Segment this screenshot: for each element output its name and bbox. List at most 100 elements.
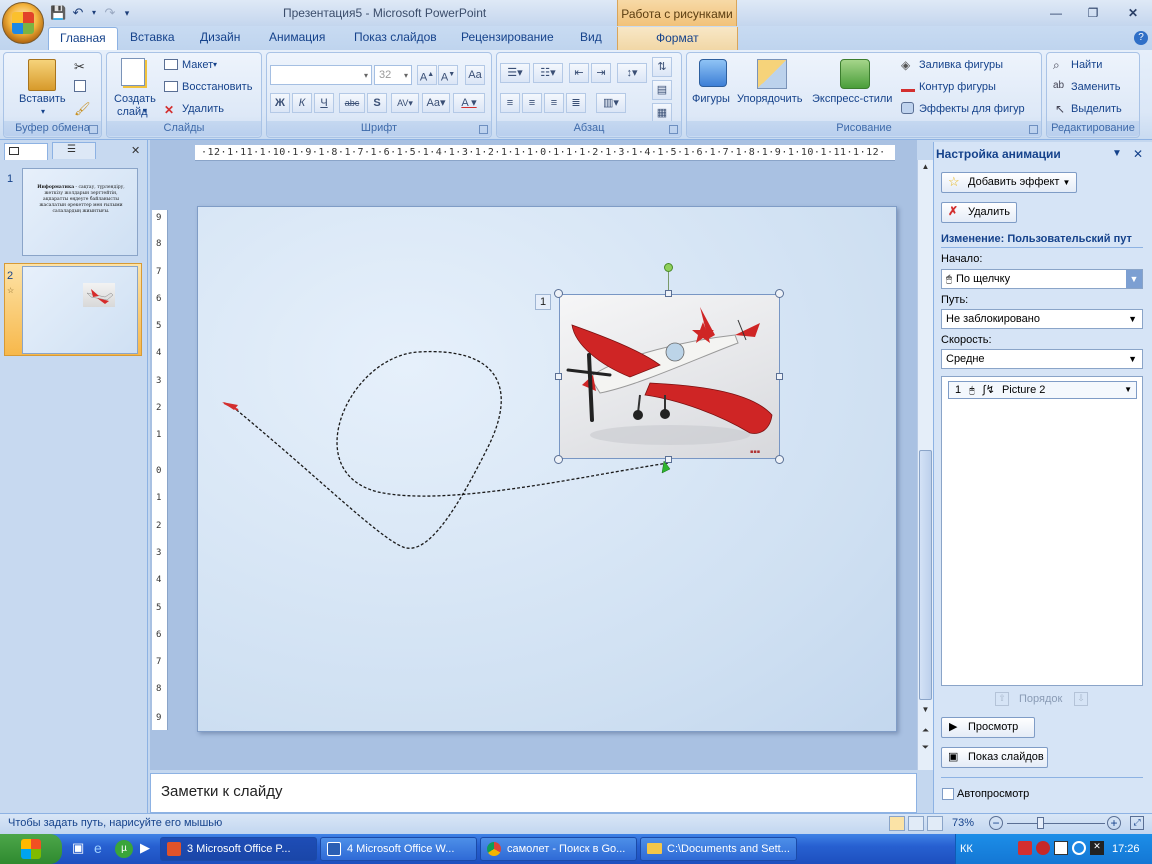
find-button[interactable]: Найти [1071,59,1102,71]
resize-handle-se[interactable] [775,455,784,464]
tab-design[interactable]: Дизайн [200,30,240,44]
path-dropdown-icon[interactable]: ▼ [1128,310,1137,328]
decrease-indent-icon[interactable]: ⇤ [569,63,589,83]
task-pane-menu-icon[interactable]: ▼ [1112,148,1122,159]
play-button[interactable]: ▶ Просмотр [941,717,1035,738]
shape-outline-button[interactable]: Контур фигуры [919,81,996,93]
shrink-font-icon[interactable]: A▼ [438,65,458,85]
reset-button[interactable]: Восстановить [182,81,252,93]
delete-slide-button[interactable]: Удалить [182,103,224,115]
start-dropdown-icon[interactable]: ▼ [1126,270,1142,288]
slides-tab[interactable] [4,143,48,160]
new-slide-dropdown-icon[interactable]: ▾ [143,106,147,115]
shape-effects-button[interactable]: Эффекты для фигур [919,103,1025,115]
increase-indent-icon[interactable]: ⇥ [591,63,611,83]
tray-skype-icon[interactable] [1072,841,1086,855]
bold-icon[interactable]: Ж [270,93,290,113]
tab-view[interactable]: Вид [580,30,602,44]
font-name-combo[interactable]: ▾ [270,65,372,85]
vertical-scrollbar[interactable]: ▲ ▼ ⏶ ⏷ [917,160,933,770]
next-slide-icon[interactable]: ⏷ [919,742,932,756]
change-case-icon[interactable]: Aa▾ [422,93,450,113]
tab-insert[interactable]: Вставка [130,30,175,44]
taskbar-item-chrome[interactable]: самолет - Поиск в Go... [480,837,637,861]
font-launcher-icon[interactable] [479,125,488,134]
slide-sorter-icon[interactable] [908,816,924,831]
resize-handle-s[interactable] [665,456,672,463]
taskbar-item-powerpoint[interactable]: 3 Microsoft Office P... [160,837,317,861]
slideshow-view-icon[interactable] [927,816,943,831]
start-select[interactable]: 🖱 По щелчку ▼ [941,269,1143,289]
smartart-icon[interactable]: ▦ [652,103,672,123]
align-text-icon[interactable]: ▤ [652,80,672,100]
move-up-icon[interactable]: ⇧ [995,692,1009,706]
new-slide-icon[interactable] [121,58,145,86]
line-spacing-icon[interactable]: ↕▾ [617,63,647,83]
notes-pane[interactable]: Заметки к слайду [150,773,917,813]
resize-handle-sw[interactable] [554,455,563,464]
paragraph-launcher-icon[interactable] [669,125,678,134]
previous-slide-icon[interactable]: ⏶ [919,725,932,739]
clear-format-icon[interactable]: Aa [465,65,485,85]
justify-icon[interactable]: ≣ [566,93,586,113]
numbering-icon[interactable]: ☷▾ [533,63,563,83]
font-color-icon[interactable]: A ▾ [453,93,485,113]
animation-list-item[interactable]: 1 🖱 ∫↯ Picture 2 ▼ [948,381,1137,399]
add-effect-button[interactable]: ☆ Добавить эффект ▼ [941,172,1078,193]
italic-icon[interactable]: К [292,93,312,113]
undo-icon[interactable]: ↶ [70,5,86,21]
tab-home[interactable]: Главная [48,27,118,50]
strikethrough-icon[interactable]: abc [339,93,365,113]
customize-qat-icon[interactable]: ▾ [122,5,132,21]
utorrent-icon[interactable]: µ [115,840,133,858]
list-item-dropdown-icon[interactable]: ▼ [1124,382,1132,398]
tray-volume-icon[interactable]: ✕ [1090,841,1104,855]
resize-handle-ne[interactable] [775,289,784,298]
remove-effect-button[interactable]: ✗ Удалить [941,202,1017,223]
animation-order-tag[interactable]: 1 [535,294,551,310]
speed-select[interactable]: Средне ▼ [941,349,1143,369]
media-player-icon[interactable]: ▶ [140,840,150,856]
grow-font-icon[interactable]: A▲ [417,65,437,85]
start-button[interactable] [0,834,62,864]
tab-animation[interactable]: Анимация [269,30,325,44]
drawing-launcher-icon[interactable] [1029,125,1038,134]
clipboard-launcher-icon[interactable] [89,125,98,134]
picture-selected[interactable]: ▪▪▪ [559,294,780,459]
arrange-icon[interactable] [757,59,787,89]
shape-fill-button[interactable]: Заливка фигуры [919,59,1003,71]
align-left-icon[interactable]: ≡ [500,93,520,113]
zoom-slider-thumb[interactable] [1037,817,1044,829]
format-painter-icon[interactable]: 🖌 [74,101,91,117]
scroll-up-icon[interactable]: ▲ [919,162,932,176]
ie-icon[interactable]: e [94,840,102,856]
slide-thumbnail-2[interactable] [22,266,138,354]
text-direction-icon[interactable]: ⇅ [652,57,672,77]
scroll-thumb[interactable] [919,450,932,700]
shapes-icon[interactable] [699,59,727,87]
close-button[interactable]: ✕ [1120,4,1146,22]
tray-pdf-icon[interactable] [1018,841,1032,855]
taskbar-item-word[interactable]: 4 Microsoft Office W... [320,837,477,861]
taskbar-item-explorer[interactable]: C:\Documents and Sett... [640,837,797,861]
rotation-handle[interactable] [664,263,673,272]
zoom-slider-track[interactable] [1007,823,1105,824]
path-select[interactable]: Не заблокировано ▼ [941,309,1143,329]
select-button[interactable]: Выделить [1071,103,1122,115]
redo-icon[interactable]: ↷ [102,5,118,21]
language-indicator[interactable]: КК [960,843,973,855]
shadow-icon[interactable]: S [367,93,387,113]
resize-handle-nw[interactable] [554,289,563,298]
underline-icon[interactable]: Ч [314,93,334,113]
copy-icon[interactable] [74,80,86,92]
move-down-icon[interactable]: ⇩ [1074,692,1088,706]
scroll-down-icon[interactable]: ▼ [919,705,932,719]
columns-icon[interactable]: ▥▾ [596,93,626,113]
shapes-button[interactable]: Фигуры [692,93,730,105]
bullets-icon[interactable]: ☰▾ [500,63,530,83]
replace-button[interactable]: Заменить [1071,81,1120,93]
spacing-icon[interactable]: AV▾ [391,93,419,113]
help-icon[interactable]: ? [1134,31,1148,45]
paste-icon[interactable] [28,59,56,91]
new-slide-button-line1[interactable]: Создать [114,93,156,105]
